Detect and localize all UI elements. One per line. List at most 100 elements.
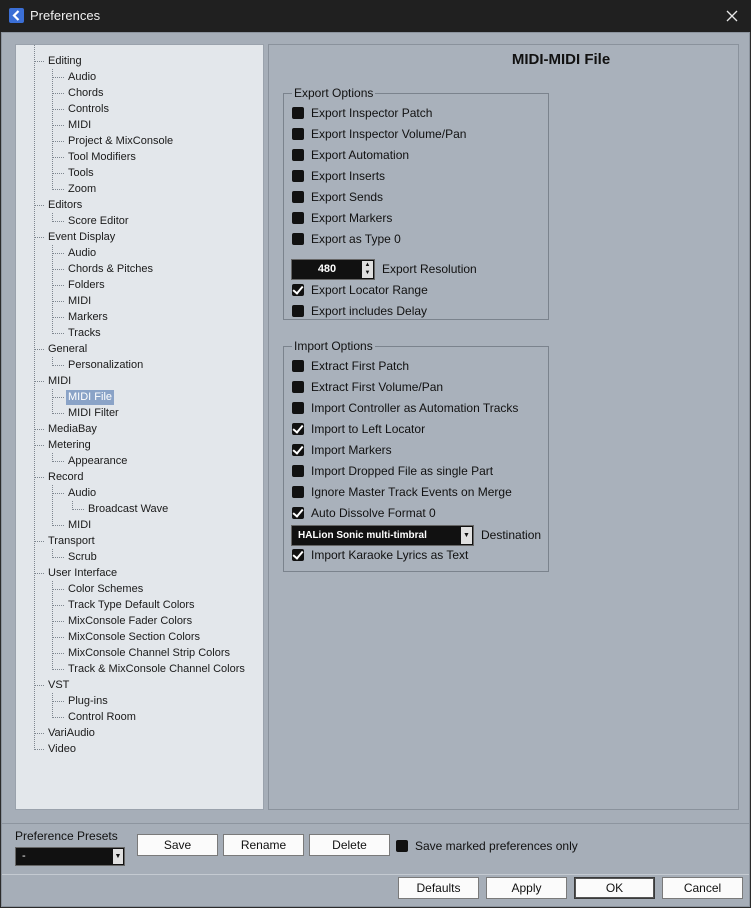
spinner-arrows-icon[interactable]: ▲ ▼ xyxy=(362,261,373,278)
save-marked-only-checkbox[interactable]: Save marked preferences only xyxy=(396,838,578,854)
tree-item[interactable]: Audio xyxy=(66,246,98,261)
tree-item[interactable]: Tool Modifiers xyxy=(66,150,138,165)
checkbox-icon[interactable] xyxy=(292,486,304,498)
apply-button[interactable]: Apply xyxy=(486,877,567,899)
tree-item[interactable]: Folders xyxy=(66,278,107,293)
tree-item[interactable]: General xyxy=(46,342,89,357)
checkbox-icon[interactable] xyxy=(292,381,304,393)
checkbox-icon[interactable] xyxy=(292,170,304,182)
option-checkbox[interactable]: Auto Dissolve Format 0 xyxy=(292,505,436,521)
tree-item[interactable]: Track Type Default Colors xyxy=(66,598,197,613)
checkbox-checked-icon[interactable] xyxy=(292,423,304,435)
option-checkbox[interactable]: Import to Left Locator xyxy=(292,421,425,437)
chevron-down-icon[interactable]: ▼ xyxy=(113,849,123,864)
tree-item[interactable]: MIDI xyxy=(66,118,93,133)
checkbox-icon[interactable] xyxy=(292,305,304,317)
checkbox-icon[interactable] xyxy=(292,465,304,477)
tree-item[interactable]: Editing xyxy=(46,54,84,69)
checkbox-icon[interactable] xyxy=(292,233,304,245)
preference-presets-select[interactable]: - ▼ xyxy=(15,847,125,866)
tree-item[interactable]: Chords xyxy=(66,86,105,101)
chevron-down-icon[interactable]: ▼ xyxy=(461,527,472,544)
tree-item[interactable]: Broadcast Wave xyxy=(86,502,170,517)
delete-preset-button[interactable]: Delete xyxy=(309,834,390,856)
option-checkbox[interactable]: Export Markers xyxy=(292,210,392,226)
option-checkbox[interactable]: Extract First Patch xyxy=(292,358,409,374)
option-checkbox[interactable]: Export Inserts xyxy=(292,168,385,184)
preferences-tree[interactable]: Editing Audio Chords Controls MIDI Project & … xyxy=(15,44,264,810)
tree-item[interactable]: MIDI Filter xyxy=(66,406,121,421)
checkbox-checked-icon[interactable] xyxy=(292,549,304,561)
option-checkbox[interactable]: Import Dropped File as single Part xyxy=(292,463,493,479)
tree-item[interactable]: Appearance xyxy=(66,454,129,469)
tree-item[interactable]: Event Display xyxy=(46,230,117,245)
tree-item[interactable]: VariAudio xyxy=(46,726,97,741)
tree-item[interactable]: Editors xyxy=(46,198,84,213)
cancel-button[interactable]: Cancel xyxy=(662,877,743,899)
checkbox-icon[interactable] xyxy=(292,191,304,203)
tree-item[interactable]: Tools xyxy=(66,166,96,181)
tree-item[interactable]: Markers xyxy=(66,310,110,325)
ok-button[interactable]: OK xyxy=(574,877,655,899)
tree-item[interactable]: MixConsole Channel Strip Colors xyxy=(66,646,232,661)
tree-item[interactable]: Control Room xyxy=(66,710,138,725)
tree-item[interactable]: Project & MixConsole xyxy=(66,134,175,149)
tree-item[interactable]: Chords & Pitches xyxy=(66,262,155,277)
tree-item[interactable]: MIDI xyxy=(66,518,93,533)
checkbox-icon[interactable] xyxy=(292,360,304,372)
tree-item[interactable]: Controls xyxy=(66,102,111,117)
option-checkbox[interactable]: Import Karaoke Lyrics as Text xyxy=(292,547,468,563)
checkbox-icon[interactable] xyxy=(292,128,304,140)
option-checkbox[interactable]: Export Locator Range xyxy=(292,282,428,298)
tree-item[interactable]: Score Editor xyxy=(66,214,131,229)
checkbox-checked-icon[interactable] xyxy=(292,284,304,296)
checkbox-checked-icon[interactable] xyxy=(292,444,304,456)
tree-item[interactable]: MixConsole Section Colors xyxy=(66,630,202,645)
destination-dropdown[interactable]: HALion Sonic multi-timbral ▼ xyxy=(291,525,474,546)
option-checkbox[interactable]: Import Controller as Automation Tracks xyxy=(292,400,518,416)
checkbox-icon[interactable] xyxy=(292,212,304,224)
tree-item[interactable]: Audio xyxy=(66,70,98,85)
rename-preset-button[interactable]: Rename xyxy=(223,834,304,856)
option-checkbox[interactable]: Ignore Master Track Events on Merge xyxy=(292,484,512,500)
tree-connector xyxy=(52,221,64,222)
tree-item[interactable]: VST xyxy=(46,678,71,693)
close-icon[interactable] xyxy=(721,5,743,27)
option-checkbox[interactable]: Export as Type 0 xyxy=(292,231,401,247)
checkbox-icon[interactable] xyxy=(292,107,304,119)
option-checkbox[interactable]: Extract First Volume/Pan xyxy=(292,379,443,395)
option-checkbox[interactable]: Export includes Delay xyxy=(292,303,427,319)
tree-item[interactable]: MediaBay xyxy=(46,422,99,437)
option-checkbox[interactable]: Import Markers xyxy=(292,442,392,458)
checkbox-checked-icon[interactable] xyxy=(292,507,304,519)
tree-item[interactable]: Zoom xyxy=(66,182,98,197)
tree-item[interactable]: Audio xyxy=(66,486,98,501)
defaults-button[interactable]: Defaults xyxy=(398,877,479,899)
tree-item[interactable]: Track & MixConsole Channel Colors xyxy=(66,662,247,677)
option-checkbox[interactable]: Export Sends xyxy=(292,189,383,205)
tree-item[interactable]: MIDI xyxy=(46,374,73,389)
checkbox-icon[interactable] xyxy=(396,840,408,852)
tree-item[interactable]: Record xyxy=(46,470,85,485)
tree-item[interactable]: Plug-ins xyxy=(66,694,110,709)
tree-item[interactable]: MIDI File xyxy=(66,390,114,405)
save-preset-button[interactable]: Save xyxy=(137,834,218,856)
option-checkbox[interactable]: Export Automation xyxy=(292,147,409,163)
tree-item[interactable]: Video xyxy=(46,742,78,757)
option-checkbox[interactable]: Export Inspector Patch xyxy=(292,105,432,121)
save-marked-only-label: Save marked preferences only xyxy=(415,839,578,853)
tree-item[interactable]: Personalization xyxy=(66,358,145,373)
tree-item[interactable]: MixConsole Fader Colors xyxy=(66,614,194,629)
tree-item[interactable]: MIDI xyxy=(66,294,93,309)
tree-item[interactable]: Transport xyxy=(46,534,97,549)
checkbox-icon[interactable] xyxy=(292,149,304,161)
option-checkbox[interactable]: Export Inspector Volume/Pan xyxy=(292,126,466,142)
tree-item[interactable]: Metering xyxy=(46,438,93,453)
export-resolution-value[interactable]: 480 xyxy=(292,260,362,279)
tree-item[interactable]: Tracks xyxy=(66,326,103,341)
checkbox-icon[interactable] xyxy=(292,402,304,414)
tree-item[interactable]: Color Schemes xyxy=(66,582,145,597)
tree-item[interactable]: Scrub xyxy=(66,550,99,565)
export-resolution-spinner[interactable]: 480 ▲ ▼ xyxy=(291,259,375,280)
tree-item[interactable]: User Interface xyxy=(46,566,119,581)
